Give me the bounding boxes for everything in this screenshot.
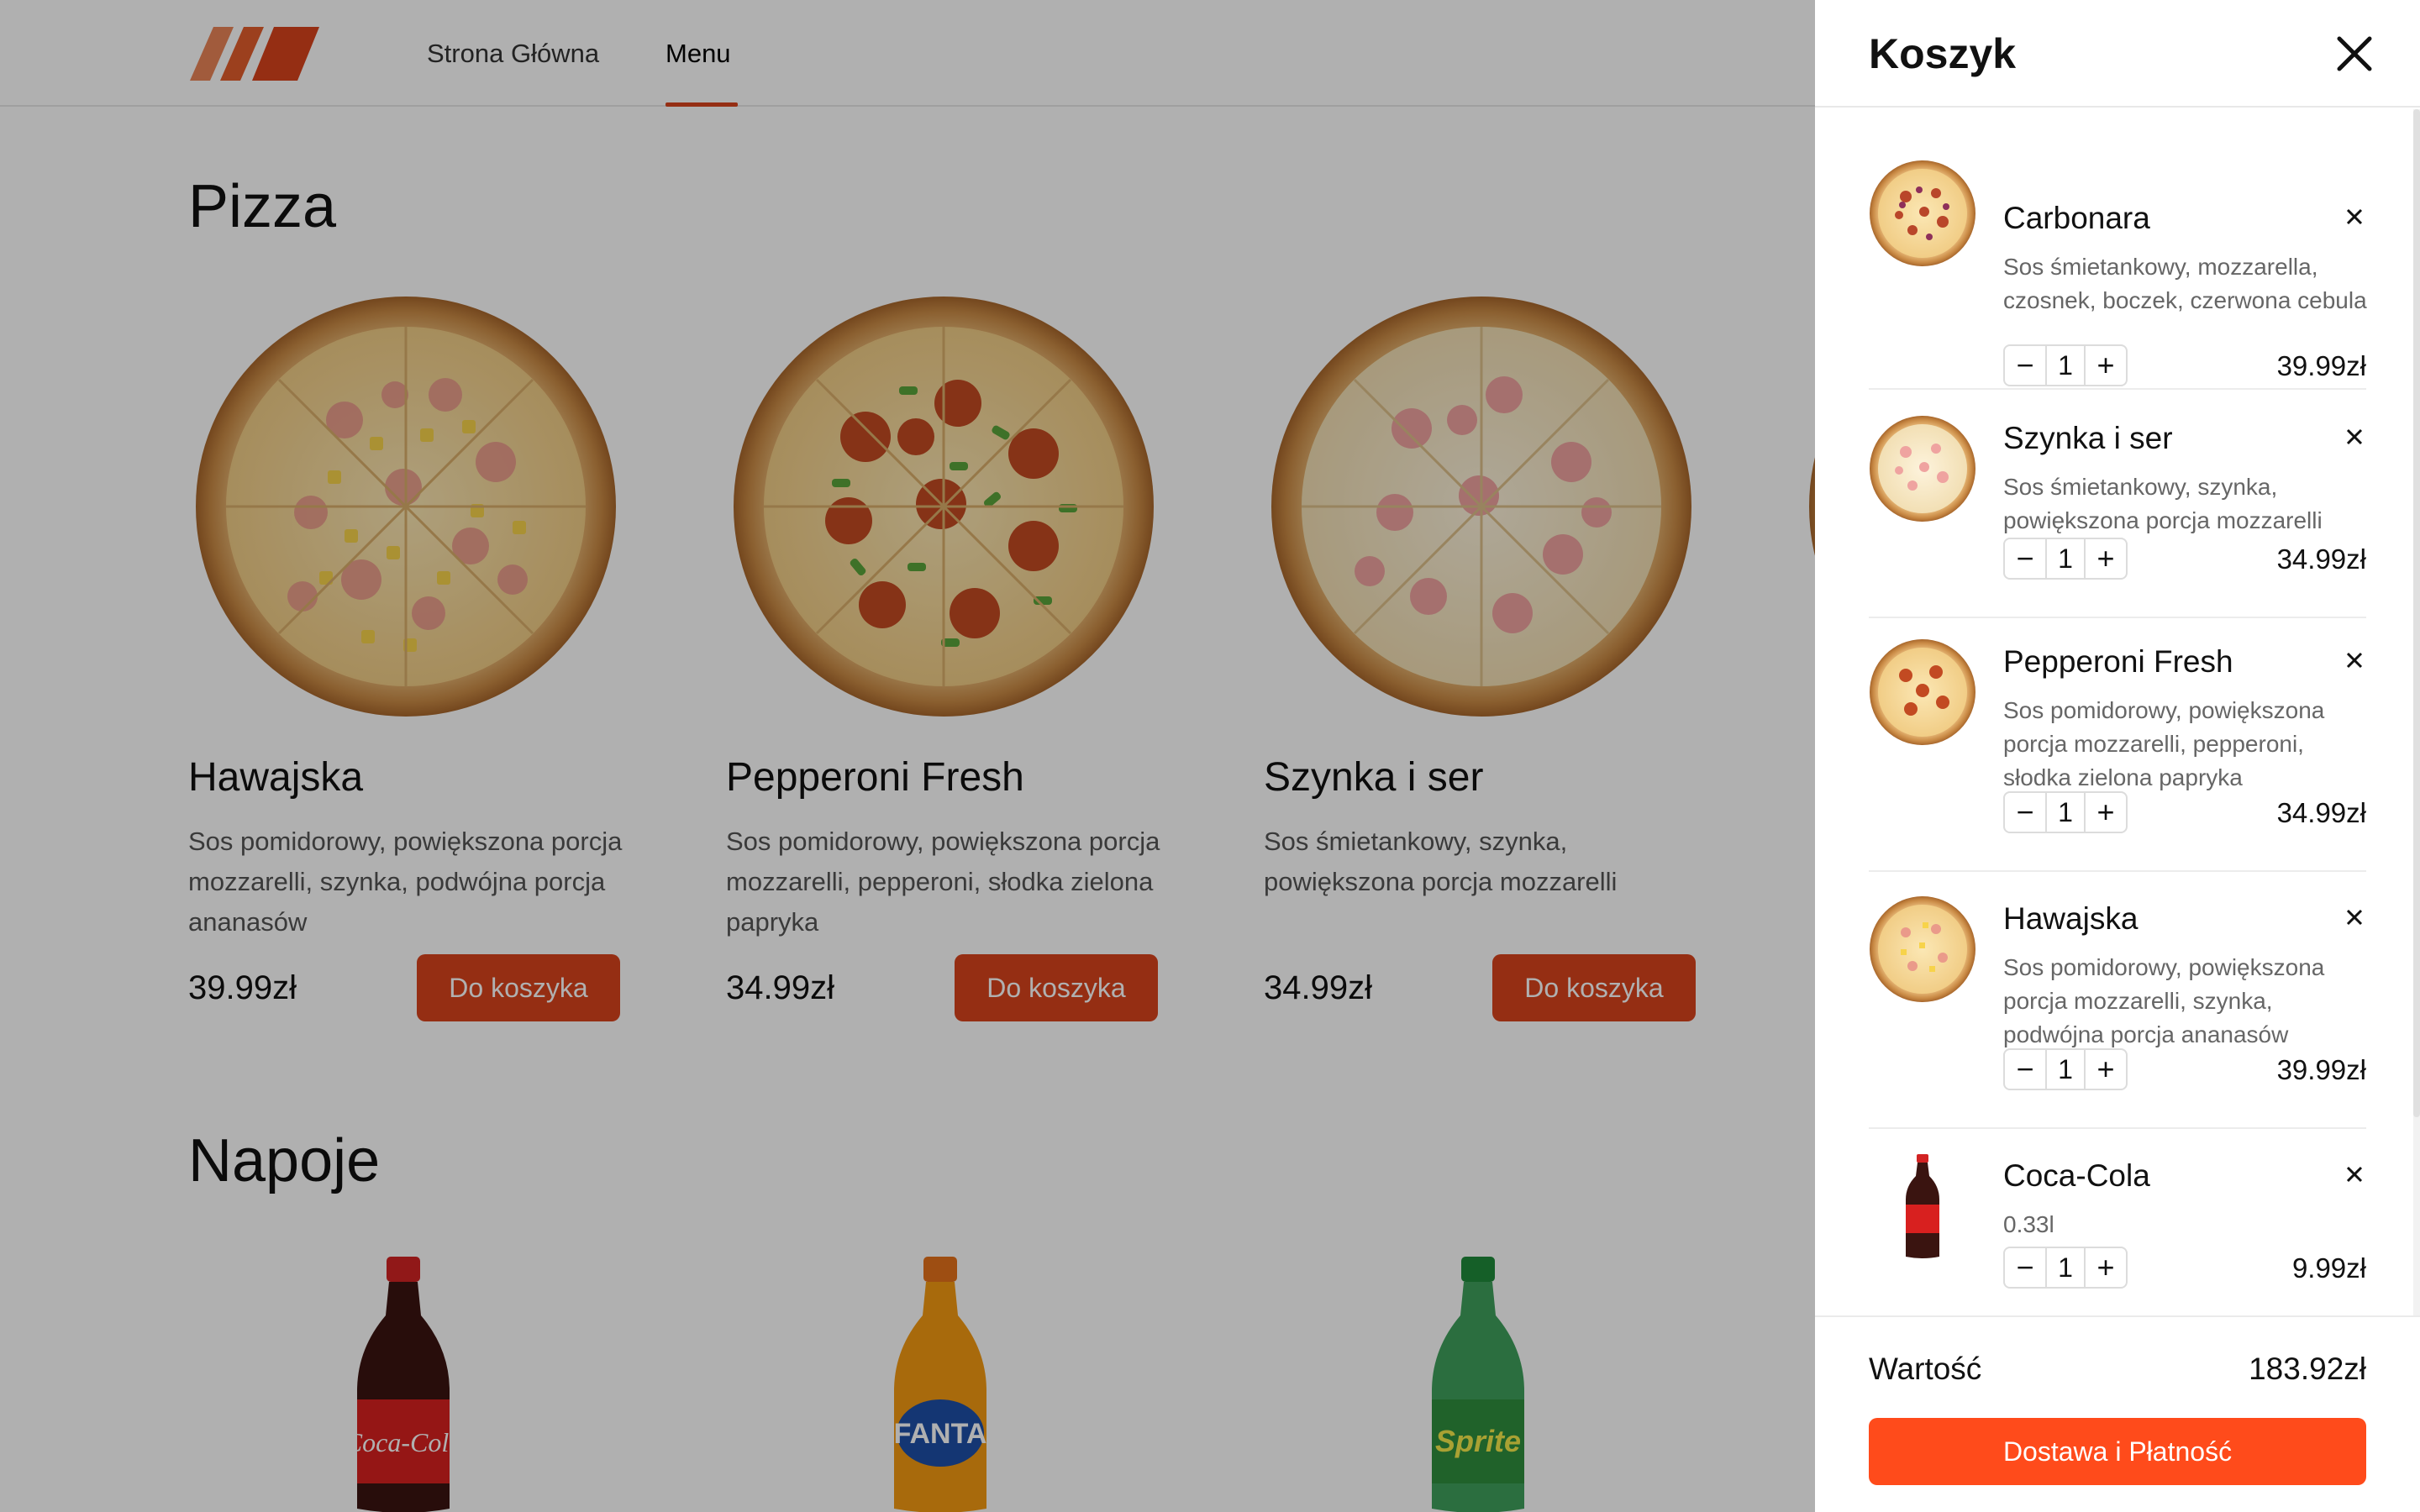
close-icon (2346, 208, 2363, 225)
decrease-quantity-button[interactable]: − (2005, 1248, 2045, 1287)
quantity-stepper: − 1 + (2003, 791, 2128, 833)
total-value: 183.92zł (2249, 1352, 2366, 1386)
coca-cola-thumbnail (1906, 1154, 1939, 1258)
remove-item-button[interactable] (2339, 422, 2370, 452)
cart-item-description: Sos śmietankowy, szynka, powiększona por… (2003, 474, 2323, 533)
close-icon (2346, 652, 2363, 669)
close-icon (2346, 428, 2363, 445)
cart-item: Hawajska Sos pomidorowy, powiększona por… (1869, 895, 2366, 1129)
cart-item-price: 34.99zł (2276, 543, 2366, 575)
close-icon (2337, 36, 2372, 71)
increase-quantity-button[interactable]: + (2086, 346, 2126, 385)
cart-header: Koszyk (1815, 0, 2420, 108)
divider (1869, 388, 2366, 390)
cart-item-description: 0.33l (2003, 1211, 2054, 1237)
cart-item-description: Sos śmietankowy, mozzarella, czosnek, bo… (2003, 254, 2367, 313)
remove-item-button[interactable] (2339, 202, 2370, 232)
cart-item-name: Hawajska (2003, 901, 2139, 936)
cart-item-price: 34.99zł (2276, 797, 2366, 828)
increase-quantity-button[interactable]: + (2086, 1248, 2126, 1287)
decrease-quantity-button[interactable]: − (2005, 346, 2045, 385)
cart-drawer: Koszyk Carbonara Sos śmietankowy, mozzar… (1815, 0, 2420, 1512)
cart-item-price: 9.99zł (2291, 1252, 2366, 1284)
cart-item-name: Pepperoni Fresh (2003, 644, 2233, 679)
close-icon (2346, 1166, 2363, 1183)
quantity-stepper: − 1 + (2003, 1247, 2128, 1289)
increase-quantity-button[interactable]: + (2086, 539, 2126, 578)
cart-footer: Wartość 183.92zł Dostawa i Płatność (1815, 1315, 2420, 1512)
divider (1869, 1127, 2366, 1129)
quantity-stepper: − 1 + (2003, 344, 2128, 386)
divider (1869, 870, 2366, 872)
remove-item-button[interactable] (2339, 1159, 2370, 1189)
cart-item-description: Sos pomidorowy, powiększona porcja mozza… (2003, 954, 2325, 1047)
cart-item-name: Carbonara (2003, 201, 2150, 235)
decrease-quantity-button[interactable]: − (2005, 539, 2045, 578)
decrease-quantity-button[interactable]: − (2005, 1050, 2045, 1089)
quantity-value: 1 (2045, 1248, 2086, 1287)
decrease-quantity-button[interactable]: − (2005, 793, 2045, 832)
pepperoni-thumbnail (1870, 639, 1975, 745)
increase-quantity-button[interactable]: + (2086, 793, 2126, 832)
cart-item: Pepperoni Fresh Sos pomidorowy, powiększ… (1869, 638, 2366, 872)
checkout-button[interactable]: Dostawa i Płatność (1869, 1418, 2366, 1485)
cart-scrollbar[interactable] (2413, 109, 2420, 1315)
remove-item-button[interactable] (2339, 902, 2370, 932)
quantity-stepper: − 1 + (2003, 1048, 2128, 1090)
quantity-value: 1 (2045, 539, 2086, 578)
scrollbar-thumb[interactable] (2413, 109, 2420, 1117)
quantity-value: 1 (2045, 1050, 2086, 1089)
cart-items-list: Carbonara Sos śmietankowy, mozzarella, c… (1815, 109, 2420, 1315)
increase-quantity-button[interactable]: + (2086, 1050, 2126, 1089)
cart-item-price: 39.99zł (2276, 350, 2366, 381)
cart-item-price: 39.99zł (2276, 1054, 2366, 1085)
cart-item-name: Coca-Cola (2003, 1158, 2150, 1193)
modal-backdrop[interactable] (0, 0, 1815, 1512)
carbonara-thumbnail (1870, 160, 1975, 266)
close-icon (2346, 909, 2363, 926)
cart-item: Carbonara Sos śmietankowy, mozzarella, c… (1869, 156, 2367, 390)
szynka-thumbnail (1870, 416, 1975, 522)
hawajska-thumbnail (1870, 896, 1975, 1002)
remove-item-button[interactable] (2339, 645, 2370, 675)
close-cart-button[interactable] (2326, 25, 2383, 82)
divider (1869, 617, 2366, 618)
cart-item-name: Szynka i ser (2003, 421, 2173, 455)
cart-item-description: Sos pomidorowy, powiększona porcja mozza… (2003, 697, 2325, 790)
cart-title: Koszyk (1869, 30, 2017, 77)
cart-item: Szynka i ser Sos śmietankowy, szynka, po… (1869, 415, 2366, 618)
quantity-stepper: − 1 + (2003, 538, 2128, 580)
quantity-value: 1 (2045, 793, 2086, 832)
quantity-value: 1 (2045, 346, 2086, 385)
total-label: Wartość (1869, 1352, 1982, 1386)
